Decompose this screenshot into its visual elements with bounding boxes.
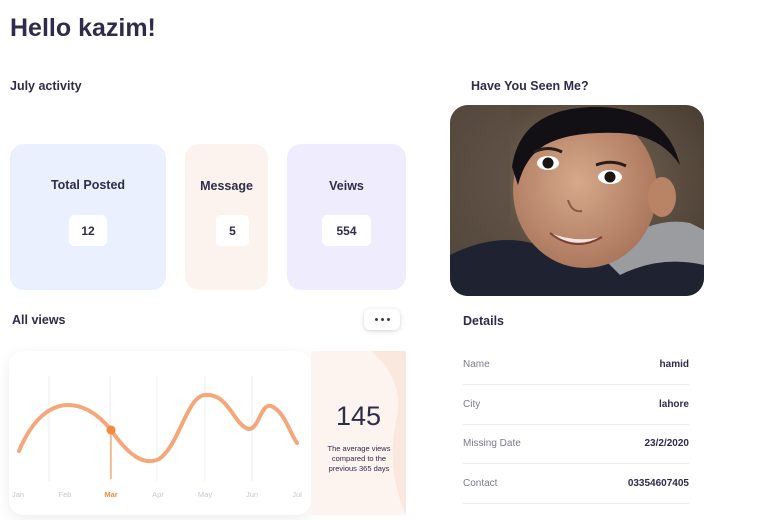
average-views-number: 145 (335, 401, 382, 431)
detail-label: Name (463, 358, 490, 370)
month-label-active: Mar (104, 490, 117, 499)
total-posted-label: Total Posted (50, 178, 126, 192)
active-point (106, 425, 116, 435)
detail-value: hamid (659, 358, 689, 370)
detail-label: City (463, 398, 481, 410)
views-value: 554 (322, 215, 371, 246)
average-views-caption: The average views compared to the previo… (327, 444, 391, 473)
month-label: Jan (12, 490, 24, 499)
missing-person-photo (450, 105, 704, 296)
detail-row-missing-date: Missing Date 23/2/2020 (463, 423, 689, 464)
dot (386, 318, 390, 321)
more-dots-icon (374, 318, 378, 321)
detail-value: 03354607405 (627, 477, 689, 489)
all-views-title: All views (12, 313, 66, 327)
missing-title: Have You Seen Me? (471, 79, 589, 93)
greeting-heading: Hello kazim! (10, 14, 156, 42)
month-label: Apr (152, 490, 164, 499)
average-views-panel: 145 The average views compared to the pr… (311, 351, 406, 515)
detail-row-name: Name hamid (463, 344, 689, 385)
views-label: Veiws (329, 179, 364, 193)
month-label: Jun (246, 490, 258, 499)
panel-wave (371, 351, 406, 515)
message-label: Message (200, 179, 253, 193)
detail-label: Missing Date (463, 437, 521, 449)
dot (380, 318, 384, 321)
views-chart-card: Jan Feb Mar Apr May Jun Jul (9, 351, 311, 515)
total-posted-value: 12 (69, 215, 107, 246)
detail-row-contact: Contact 03354607405 (463, 463, 689, 504)
message-value: 5 (216, 215, 249, 246)
total-posted-card: Total Posted 12 (10, 144, 166, 290)
month-label: Feb (59, 490, 72, 499)
views-series-line (17, 392, 299, 464)
month-label: Jul (292, 490, 302, 499)
detail-value: lahore (658, 398, 689, 410)
message-card: Message 5 (185, 144, 268, 290)
detail-value: 23/2/2020 (644, 437, 690, 449)
detail-label: Contact (463, 477, 498, 489)
detail-row-city: City lahore (463, 384, 689, 425)
activity-title: July activity (10, 79, 82, 93)
views-card: Veiws 554 (287, 144, 406, 290)
details-title: Details (463, 314, 504, 328)
more-options-button[interactable] (364, 309, 400, 330)
views-line-chart: Jan Feb Mar Apr May Jun Jul (12, 376, 302, 499)
month-label: May (198, 490, 212, 499)
